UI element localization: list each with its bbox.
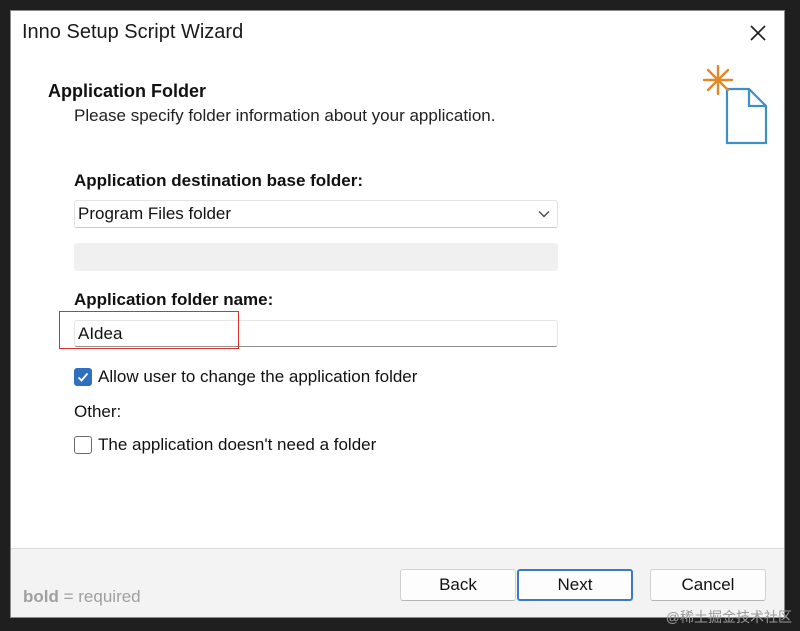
close-icon bbox=[750, 25, 766, 41]
new-document-sparkle-icon bbox=[702, 65, 768, 145]
custom-base-folder-field bbox=[74, 243, 558, 271]
checkbox-checked[interactable] bbox=[74, 368, 92, 386]
allow-change-folder-checkbox[interactable]: Allow user to change the application fol… bbox=[74, 366, 417, 388]
folder-name-input[interactable] bbox=[74, 320, 558, 347]
close-button[interactable] bbox=[732, 11, 784, 55]
legend-text: = required bbox=[58, 587, 141, 606]
legend-bold-word: bold bbox=[23, 587, 59, 606]
base-folder-select[interactable]: Program Files folder bbox=[74, 200, 558, 228]
chevron-down-icon bbox=[538, 211, 550, 218]
window-title: Inno Setup Script Wizard bbox=[22, 21, 244, 43]
no-folder-checkbox[interactable]: The application doesn't need a folder bbox=[74, 434, 376, 456]
checkmark-icon bbox=[77, 372, 89, 382]
required-legend: bold = required bbox=[23, 587, 141, 607]
allow-change-folder-label: Allow user to change the application fol… bbox=[98, 367, 418, 386]
back-button[interactable]: Back bbox=[400, 569, 516, 601]
title-bar: Inno Setup Script Wizard bbox=[11, 11, 784, 55]
cancel-button[interactable]: Cancel bbox=[650, 569, 766, 601]
next-button[interactable]: Next bbox=[517, 569, 633, 601]
wizard-window: Inno Setup Script Wizard Application Fol… bbox=[10, 10, 785, 618]
checkbox-unchecked[interactable] bbox=[74, 436, 92, 454]
page-heading: Application Folder bbox=[48, 81, 207, 101]
watermark-text: @稀土掘金技术社区 bbox=[665, 609, 792, 625]
page-subheading: Please specify folder information about … bbox=[74, 106, 496, 125]
base-folder-selected-value: Program Files folder bbox=[78, 204, 232, 223]
no-folder-label: The application doesn't need a folder bbox=[98, 435, 377, 454]
base-folder-label: Application destination base folder: bbox=[74, 171, 364, 190]
folder-name-label: Application folder name: bbox=[74, 290, 274, 309]
other-label: Other: bbox=[74, 402, 122, 421]
